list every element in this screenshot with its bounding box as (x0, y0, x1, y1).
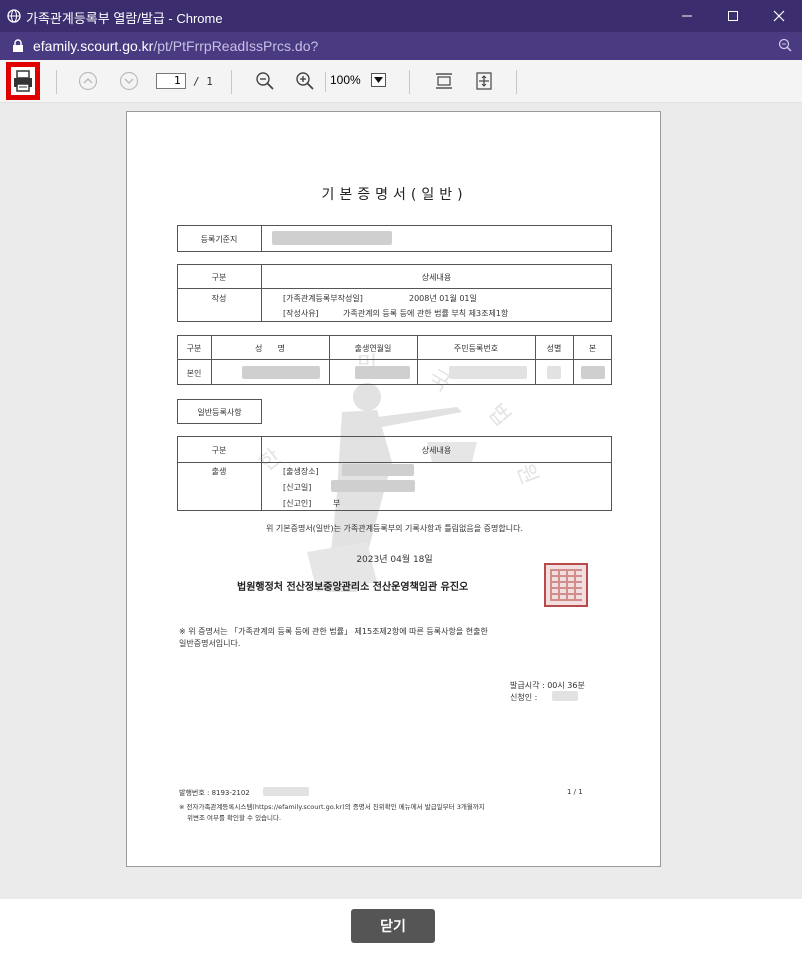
doc-number: 발행번호 : 8193-2102 (179, 789, 250, 797)
history-col-type: 구분 (211, 273, 227, 282)
toolbar-separator (325, 72, 326, 92)
redacted-report-date (331, 480, 415, 492)
svg-text:법: 법 (482, 400, 514, 432)
toolbar-separator (409, 70, 410, 94)
url-host: efamily.scourt.go.kr (33, 38, 154, 54)
maximize-button[interactable] (710, 0, 756, 32)
history-line2-value: 가족관계의 등록 등에 관한 법률 부칙 제3조제1항 (343, 309, 509, 318)
general-label: 일반등록사항 (197, 408, 242, 417)
address-bar: efamily.scourt.go.kr/pt/PtFrrpReadIssPrc… (0, 32, 802, 60)
birth-line3-value: 부 (333, 499, 341, 508)
seal-pattern (550, 569, 582, 601)
birth-col-type: 구분 (211, 446, 227, 455)
history-line1-value: 2008년 01월 01일 (409, 294, 477, 303)
person-col-birth: 출생연월일 (354, 344, 392, 353)
zoom-magnifier-icon[interactable] (778, 38, 792, 52)
person-row-label: 본인 (186, 369, 202, 378)
zoom-out-icon[interactable] (255, 71, 275, 91)
note-line1: ※ 위 증명서는 「가족관계의 등록 등에 관한 법률」 제15조제2항에 따른… (179, 627, 488, 636)
footer-line2: 위변조 여부를 확인할 수 있습니다. (187, 814, 282, 822)
toolbar-separator (231, 70, 232, 94)
print-button[interactable] (6, 62, 40, 100)
issue-time: 발급시각 : 00시 36분 (510, 681, 585, 690)
close-icon (773, 10, 785, 22)
history-row-label: 작성 (211, 294, 227, 303)
minimize-button[interactable] (664, 0, 710, 32)
fit-page-icon[interactable] (474, 71, 494, 91)
person-col-sex: 성별 (546, 344, 562, 353)
history-col-detail: 상세내용 (421, 273, 452, 282)
redacted-id-number (449, 366, 527, 379)
close-button[interactable]: 닫기 (351, 909, 435, 943)
url-text[interactable]: efamily.scourt.go.kr/pt/PtFrrpReadIssPrc… (33, 38, 318, 54)
maximize-icon (728, 11, 738, 21)
footer-line1: ※ 전자가족관계등록시스템(https://efamily.scourt.go.… (179, 803, 485, 811)
toolbar-separator (56, 70, 57, 94)
person-col-type: 구분 (186, 344, 202, 353)
birth-line1-key: [출생장소] (283, 467, 319, 476)
zoom-in-icon[interactable] (295, 71, 315, 91)
birth-col-detail: 상세내용 (421, 446, 452, 455)
next-page-icon[interactable] (119, 71, 139, 91)
redacted-applicant (552, 691, 578, 701)
zoom-dropdown-toggle[interactable] (371, 73, 386, 87)
printer-icon (14, 70, 32, 92)
person-col-id: 주민등록번호 (453, 344, 499, 353)
window-title: 가족관계등록부 열람/발급 - Chrome (26, 11, 223, 26)
url-path: /pt/PtFrrpReadIssPrcs.do? (153, 38, 319, 54)
page-number-input[interactable]: 1 (156, 73, 186, 89)
birth-line3-key: [신고인] (283, 499, 312, 508)
person-col-name: 성 명 (255, 344, 285, 353)
globe-icon (7, 9, 21, 23)
table-divider (261, 436, 262, 511)
redacted-origin (581, 366, 605, 379)
certify-text: 위 기본증명서(일반)는 가족관계등록부의 기록사항과 틀림없음을 증명합니다. (265, 524, 524, 533)
document-title: 기본증명서(일반) (321, 187, 468, 203)
history-line1-key: [가족관계등록부작성일] (283, 294, 363, 303)
chevron-down-icon (374, 77, 383, 83)
redacted-birthplace (342, 464, 414, 476)
applicant-label: 신청인 : (510, 693, 538, 702)
page-number: 1 / 1 (567, 788, 583, 796)
birth-line2-key: [신고일] (283, 483, 312, 492)
lock-icon (13, 39, 23, 52)
table-divider (261, 225, 262, 252)
redacted-registry (272, 231, 392, 245)
redacted-name (242, 366, 320, 379)
registry-label: 등록기준지 (200, 235, 238, 244)
redacted-birthdate (355, 366, 410, 379)
window-titlebar: 가족관계등록부 열람/발급 - Chrome (0, 0, 802, 32)
print-icon-box (11, 67, 35, 95)
fit-width-icon[interactable] (434, 71, 454, 91)
official-seal-icon (544, 563, 588, 607)
redacted-doc-number (263, 787, 309, 796)
table-divider (177, 462, 612, 463)
table-divider (177, 288, 612, 289)
issuer-name: 법원행정처 전산정보중앙관리소 전산운영책임관 유진오 (237, 582, 469, 593)
history-line2-key: [작성사유] (283, 309, 319, 318)
person-col-origin: 본 (588, 344, 597, 353)
redacted-sex (547, 366, 561, 379)
previous-page-icon[interactable] (78, 71, 98, 91)
birth-row-label: 출생 (211, 467, 227, 476)
certificate-page: 한 민 국 법 원 기본증명서(일반) 등록기준지 구분 상세내용 작성 [가족… (126, 111, 661, 867)
table-divider (261, 264, 262, 322)
table-divider (177, 359, 612, 360)
close-window-button[interactable] (756, 0, 802, 32)
zoom-value: 100% (330, 73, 361, 87)
zoom-select[interactable]: 100% (328, 72, 388, 90)
note-line2: 일반증명서입니다. (179, 639, 241, 648)
minimize-icon (682, 15, 692, 17)
page-total: / 1 (193, 75, 213, 88)
toolbar-separator (516, 70, 517, 94)
